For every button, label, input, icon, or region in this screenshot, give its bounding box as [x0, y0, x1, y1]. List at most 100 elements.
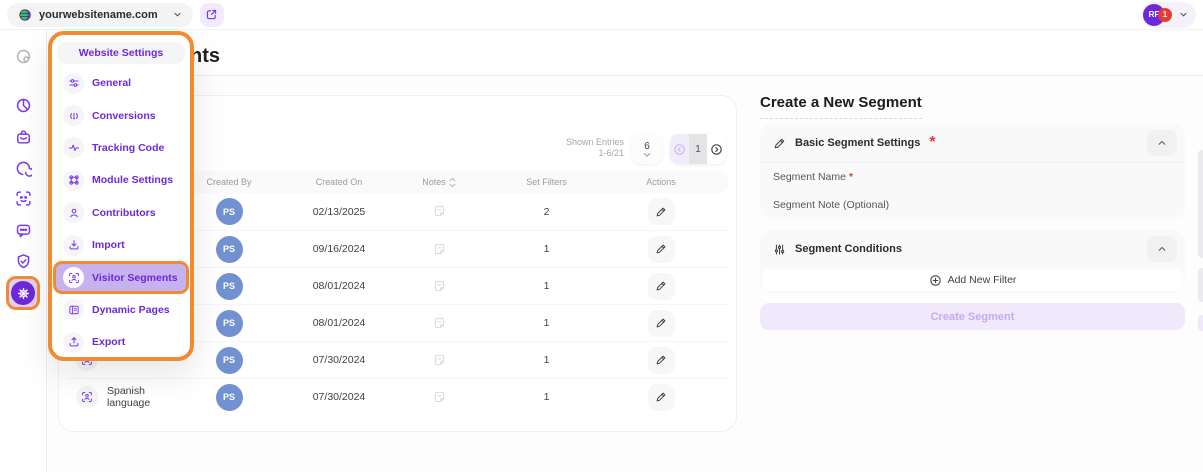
page-size-select[interactable]: 6: [632, 134, 662, 164]
person-icon: [63, 202, 84, 223]
col-created-on: Created On: [299, 177, 379, 187]
edit-segment-button[interactable]: [648, 347, 675, 374]
website-name: yourwebsitename.com: [39, 9, 158, 21]
next-page-button[interactable]: [707, 134, 726, 164]
segment-conditions-card: Segment Conditions Add New Filter: [760, 230, 1185, 293]
cutoff-card-edge: [1198, 150, 1203, 258]
shown-entries-label: Shown Entries: [566, 137, 624, 148]
website-selector[interactable]: yourwebsitename.com: [7, 3, 193, 27]
menu-item-dynamic-pages[interactable]: Dynamic Pages: [57, 294, 185, 326]
pages-icon: [63, 299, 84, 320]
visitor-scan-icon: [63, 267, 84, 288]
sort-icon: [449, 177, 456, 188]
recordings-spiral-icon[interactable]: [11, 156, 35, 180]
set-filters-count: 1: [499, 317, 594, 329]
command-icon: [63, 170, 84, 191]
face-scan-icon[interactable]: [11, 186, 35, 210]
shown-entries-value: 1-6/21: [566, 148, 624, 159]
pencil-icon: [655, 317, 667, 329]
chevron-up-icon: [1157, 138, 1167, 148]
creator-avatar: PS: [216, 310, 243, 337]
popup-title: Website Settings: [57, 42, 185, 64]
edit-segment-button[interactable]: [648, 384, 675, 411]
website-settings-popup: Website Settings General Conversions Tra…: [48, 31, 194, 361]
open-website-button[interactable]: [200, 3, 224, 27]
edit-segment-button[interactable]: [648, 273, 675, 300]
creator-avatar: PS: [216, 273, 243, 300]
websites-icon[interactable]: [11, 44, 35, 68]
avatar: RF 1: [1143, 4, 1175, 26]
circle-arrow-left-icon: [673, 143, 686, 156]
set-filters-count: 1: [499, 391, 594, 403]
set-filters-count: 2: [499, 206, 594, 218]
note-icon[interactable]: [379, 317, 499, 330]
segment-note-input[interactable]: Segment Note (Optional): [760, 191, 1185, 219]
app-sidebar: [0, 30, 47, 472]
account-menu[interactable]: RF 1: [1141, 2, 1196, 28]
chat-icon[interactable]: [11, 218, 35, 242]
create-segment-button[interactable]: Create Segment: [760, 303, 1185, 330]
edit-segment-button[interactable]: [648, 236, 675, 263]
add-new-filter-button[interactable]: Add New Filter: [762, 269, 1183, 291]
basic-settings-label: Basic Segment Settings: [795, 137, 920, 149]
created-on: 08/01/2024: [299, 280, 379, 292]
note-icon[interactable]: [379, 243, 499, 256]
menu-item-conversions[interactable]: Conversions: [57, 99, 185, 131]
chevron-down-icon: [643, 152, 651, 158]
shield-check-icon[interactable]: [11, 249, 35, 273]
menu-item-tracking-code[interactable]: Tracking Code: [57, 132, 185, 164]
required-asterisk: *: [849, 171, 853, 183]
note-icon[interactable]: [379, 205, 499, 218]
note-icon[interactable]: [379, 391, 499, 404]
edit-segment-button[interactable]: [648, 310, 675, 337]
creator-avatar: PS: [216, 384, 243, 411]
menu-item-import[interactable]: Import: [57, 229, 185, 261]
plus-circle-icon: [929, 274, 942, 287]
basic-settings-header[interactable]: Basic Segment Settings *: [760, 124, 1185, 163]
cutoff-card-edge: [1198, 268, 1203, 302]
pencil-icon: [655, 243, 667, 255]
segment-conditions-label: Segment Conditions: [795, 243, 902, 255]
sidebar-item-settings-active[interactable]: [6, 276, 40, 310]
notification-badge: 1: [1158, 8, 1172, 22]
created-on: 08/01/2024: [299, 317, 379, 329]
menu-item-module-settings[interactable]: Module Settings: [57, 164, 185, 196]
edit-segment-button[interactable]: [648, 198, 675, 225]
export-icon: [63, 332, 84, 353]
created-on: 07/30/2024: [299, 391, 379, 403]
chevron-up-icon: [1157, 244, 1167, 254]
menu-item-general[interactable]: General: [57, 67, 185, 99]
current-page[interactable]: 1: [689, 134, 708, 164]
pagination: 1: [670, 134, 726, 164]
menu-item-export[interactable]: Export: [57, 326, 185, 358]
pencil-icon: [655, 391, 667, 403]
col-actions: Actions: [594, 177, 728, 187]
analytics-pie-icon[interactable]: [11, 93, 35, 117]
briefcase-icon[interactable]: [11, 125, 35, 149]
sliders-icon: [63, 73, 84, 94]
note-icon[interactable]: [379, 354, 499, 367]
prev-page-button[interactable]: [670, 134, 689, 164]
menu-item-contributors[interactable]: Contributors: [57, 197, 185, 229]
pencil-icon: [655, 206, 667, 218]
circle-arrow-right-icon: [710, 143, 723, 156]
set-filters-count: 1: [499, 243, 594, 255]
segment-name-input[interactable]: Segment Name *: [760, 163, 1185, 191]
page-size-value: 6: [644, 141, 650, 152]
create-segment-title: Create a New Segment: [760, 94, 922, 119]
broadcast-icon: [63, 105, 84, 126]
note-icon[interactable]: [379, 280, 499, 293]
collapse-button[interactable]: [1147, 130, 1177, 156]
segment-conditions-header[interactable]: Segment Conditions: [760, 230, 1185, 268]
required-asterisk: *: [929, 134, 935, 152]
set-filters-count: 1: [499, 280, 594, 292]
creator-avatar: PS: [216, 236, 243, 263]
basic-segment-settings-card: Basic Segment Settings * Segment Name * …: [760, 124, 1185, 219]
shown-entries: Shown Entries 1-6/21: [566, 137, 624, 159]
created-on: 09/16/2024: [299, 243, 379, 255]
menu-item-visitor-segments[interactable]: Visitor Segments: [53, 261, 189, 293]
globe-icon: [18, 8, 32, 22]
collapse-button[interactable]: [1147, 236, 1177, 262]
table-row[interactable]: Spanish language PS 07/30/2024 1: [67, 378, 728, 415]
col-notes[interactable]: Notes: [379, 177, 499, 188]
